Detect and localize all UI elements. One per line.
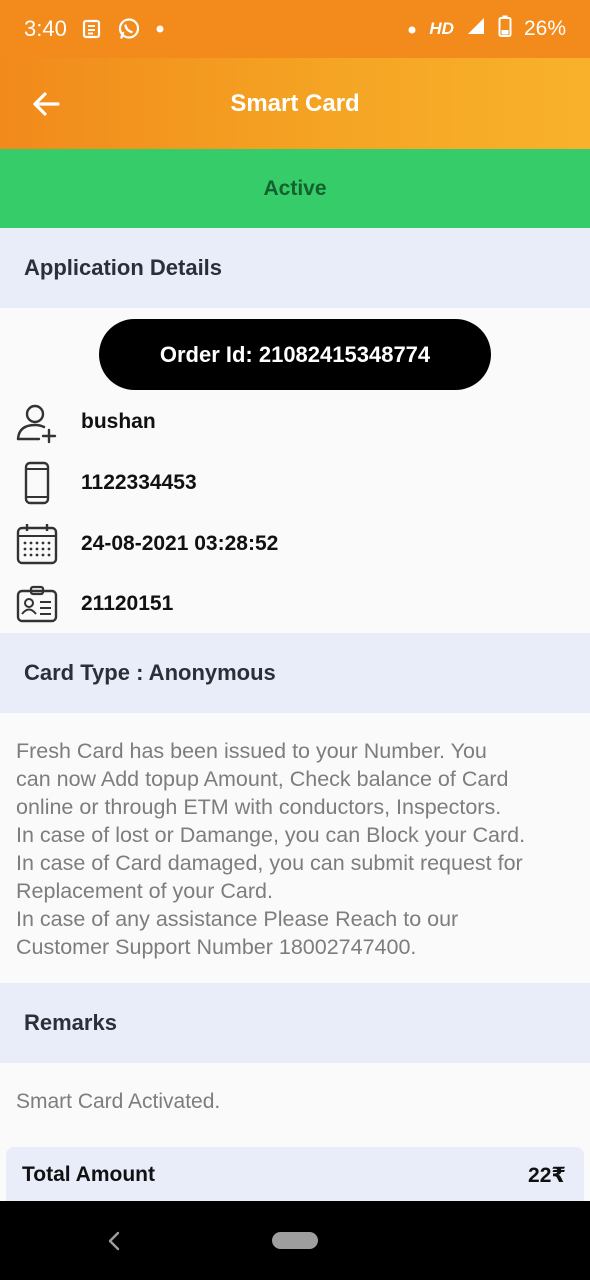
description-line: Customer Support Number 18002747400. (16, 935, 417, 959)
notification-dot-icon (407, 18, 417, 41)
home-pill-button[interactable] (272, 1232, 318, 1249)
remarks-text: Smart Card Activated. (16, 1090, 221, 1113)
description-line: Fresh Card has been issued to your Numbe… (16, 739, 487, 763)
status-banner: Active (0, 149, 590, 228)
remarks-heading: Remarks (0, 983, 590, 1063)
network-type: HD (429, 19, 454, 38)
status-bar: 3:40 HD 26% (0, 0, 590, 58)
total-amount-value: 22₹ (528, 1163, 566, 1187)
app-bar: Smart Card (0, 58, 590, 149)
phone-icon (15, 461, 59, 505)
info-row-name: bushan (0, 394, 590, 450)
info-row-card-number: 21120151 (0, 576, 590, 632)
id-card-icon (15, 582, 59, 626)
system-nav-bar (0, 1201, 590, 1280)
battery-level: 26% (523, 17, 566, 40)
signal-icon (466, 16, 486, 42)
description-line: can now Add topup Amount, Check balance … (16, 767, 509, 791)
description-line: In case of Card damaged, you can submit … (16, 851, 523, 875)
calendar-icon (15, 522, 59, 566)
order-datetime: 24-08-2021 03:28:52 (81, 532, 279, 555)
news-icon (81, 18, 103, 40)
description-line: online or through ETM with conductors, I… (16, 795, 502, 819)
total-amount-label: Total Amount (22, 1163, 155, 1186)
battery-icon (498, 15, 512, 43)
description-line: Replacement of your Card. (16, 879, 273, 903)
application-details-heading: Application Details (0, 228, 590, 308)
notification-dot-icon (155, 24, 165, 34)
whatsapp-icon (117, 17, 141, 41)
card-number: 21120151 (81, 592, 174, 615)
page-title: Smart Card (230, 90, 360, 117)
card-description: Fresh Card has been issued to your Numbe… (16, 737, 586, 961)
description-line: In case of lost or Damange, you can Bloc… (16, 823, 526, 847)
info-row-date: 24-08-2021 03:28:52 (0, 516, 590, 572)
total-amount-row: Total Amount 22₹ (6, 1147, 584, 1203)
info-row-phone: 1122334453 (0, 455, 590, 511)
nav-back-icon[interactable] (104, 1229, 124, 1253)
description-line: In case of any assistance Please Reach t… (16, 907, 459, 931)
status-time: 3:40 (24, 16, 67, 41)
order-id-badge: Order Id: 21082415348774 (99, 319, 491, 390)
customer-name: bushan (81, 410, 156, 433)
phone-number: 1122334453 (81, 471, 197, 494)
person-add-icon (15, 400, 59, 444)
card-type-heading: Card Type : Anonymous (0, 633, 590, 713)
